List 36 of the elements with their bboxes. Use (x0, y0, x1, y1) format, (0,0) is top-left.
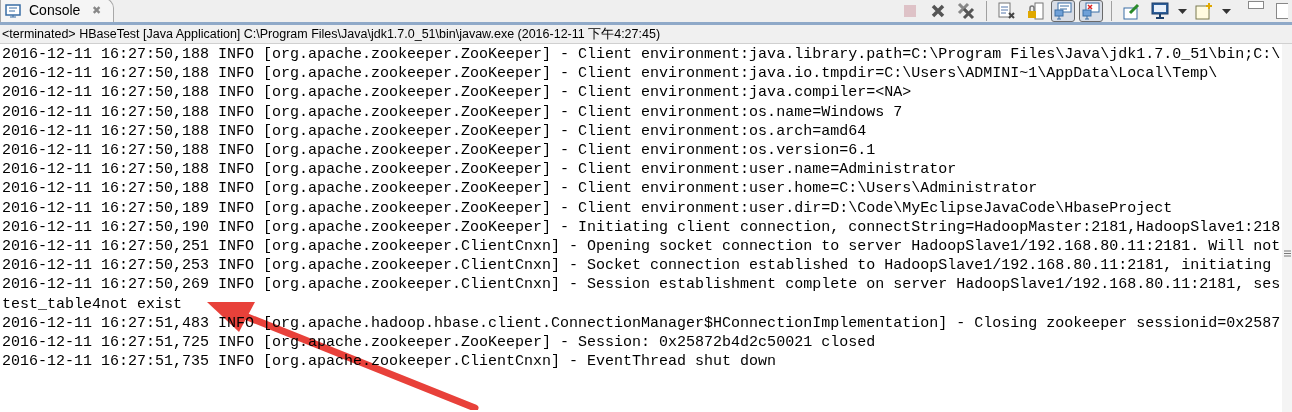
toolbar-button[interactable] (1079, 0, 1103, 22)
document-icon (998, 2, 1016, 20)
console-line: 2016-12-11 16:27:50,188 INFO [org.apache.zookeeper.ZooKeeper] - Client environment:java.library.path=C:\Program Files\Java\jdk1.7.0_51\bin;C:\ (2, 45, 1281, 65)
console-line: 2016-12-11 16:27:50,188 INFO [org.apache.zookeeper.ZooKeeper] - Client environment:user.home=C:\Users\Administrator (2, 179, 1038, 199)
console-line: 2016-12-11 16:27:50,188 INFO [org.apache.zookeeper.ZooKeeper] - Client environment:os.name=Windows 7 (2, 102, 903, 122)
stop-icon (903, 4, 917, 18)
close-icon (930, 3, 946, 19)
toolbar-button[interactable] (1051, 0, 1075, 22)
caret-icon (1221, 8, 1231, 14)
console-line: 2016-12-11 16:27:50,190 INFO [org.apache.zookeeper.ZooKeeper] - Initiating client connection, connectString=HadoopMaster:2181,HadoopSlave1:218 (2, 217, 1281, 238)
maximize-button[interactable] (1276, 3, 1288, 19)
lock-icon (1026, 2, 1044, 20)
console-line: 2016-12-11 16:27:50,188 INFO [org.apache.zookeeper.ZooKeeper] - Client environment:java.compiler=<NA> (2, 83, 912, 103)
console-line: 2016-12-11 16:27:50,251 INFO [org.apache.zookeeper.ClientCnxn] - Opening socket connection to server HadoopSlave1/192.168.80.11:2181. Will not (2, 237, 1281, 257)
console-line: test_table4not exist (2, 294, 183, 314)
console-tab[interactable]: Console ✖ (0, 0, 115, 22)
monitor-error-icon (1082, 2, 1100, 20)
monitor-icon (1054, 2, 1072, 20)
console-line: 2016-12-11 16:27:50,188 INFO [org.apache.zookeeper.ZooKeeper] - Client environment:java.io.tmpdir=C:\Users\ADMINI~1\AppData\Local\Temp\ (2, 64, 1218, 84)
console-line: 2016-12-11 16:27:50,188 INFO [org.apache.zookeeper.ZooKeeper] - Client environment:user.name=Administrator (2, 160, 957, 180)
console-line: 2016-12-11 16:27:50,189 INFO [org.apache.zookeeper.ZooKeeper] - Client environment:user.dir=D:\Code\MyEclipseJavaCode\HbaseProject (2, 198, 1173, 218)
minimize-button[interactable] (1248, 1, 1264, 9)
scroll-grip-icon (1283, 250, 1291, 257)
process-status: <terminated> HBaseTest [Java Application] C:\Program Files\Java\jdk1.7.0_51\bin\javaw.exe (2016-12-11 下午4:27:45) (2, 25, 661, 43)
tab-title: Console (29, 1, 81, 20)
scrollbar[interactable] (1282, 44, 1292, 412)
pin-icon (1123, 2, 1141, 20)
toolbar-button[interactable] (1148, 0, 1172, 22)
console-line: 2016-12-11 16:27:50,188 INFO [org.apache.zookeeper.ZooKeeper] - Client environment:os.version=6.1 (2, 141, 876, 161)
caret-icon (1177, 8, 1187, 14)
console-line: 2016-12-11 16:27:50,269 INFO [org.apache.zookeeper.ClientCnxn] - Session establishment complete on server HadoopSlave1/192.168.80.11:2181, ses (2, 275, 1281, 295)
new-window-icon (1195, 2, 1213, 20)
console-line: 2016-12-11 16:27:50,253 INFO [org.apache.zookeeper.ClientCnxn] - Socket connection established to HadoopSlave1/192.168.80.11:2181, initiating (2, 256, 1272, 276)
console-icon (5, 3, 21, 18)
double-x-icon (957, 2, 975, 20)
console-line: 2016-12-11 16:27:50,188 INFO [org.apache.zookeeper.ZooKeeper] - Client environment:os.arch=amd64 (2, 121, 867, 141)
